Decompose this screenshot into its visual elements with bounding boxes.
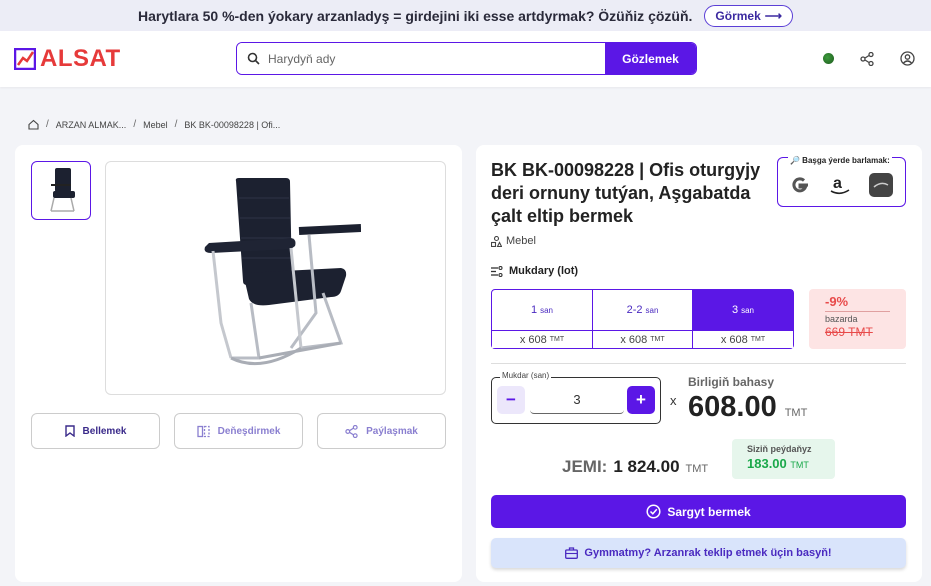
breadcrumb: / ARZAN ALMAK... / Mebel / BK BK-0009822… xyxy=(28,119,280,130)
quantity-input[interactable]: 3 xyxy=(530,386,624,414)
product-category[interactable]: Mebel xyxy=(491,235,536,247)
search-button[interactable]: Gözlemek xyxy=(605,43,696,74)
banner-button[interactable]: Görmek ⟶ xyxy=(704,4,793,27)
chart-logo-icon xyxy=(14,48,36,70)
chair-image xyxy=(204,178,361,366)
breadcrumb-item[interactable]: Mebel xyxy=(143,120,168,130)
compare-button[interactable]: Deňeşdirmek xyxy=(174,413,303,449)
search-input[interactable]: Harydyň ady xyxy=(237,43,605,74)
total-price: JEMI: 1 824.00 TMT xyxy=(562,457,709,476)
logo[interactable]: ALSAT xyxy=(14,45,121,73)
compare-elsewhere-box: 🔎 Başga ýerde barlamak: a xyxy=(777,156,906,207)
make-offer-button[interactable]: Gymmatmy? Arzanrak teklip etmek üçin bas… xyxy=(491,538,906,568)
product-title: BK BK-00098228 | Ofis oturgyjy deri ornu… xyxy=(491,160,761,226)
user-account-icon[interactable] xyxy=(900,51,915,66)
breadcrumb-item: BK BK-00098228 | Ofi... xyxy=(184,119,281,130)
quantity-header: Mukdary (lot) xyxy=(491,265,578,277)
promo-banner: Harytlara 50 %-den ýokary arzanladyş = g… xyxy=(0,0,931,31)
unit-price: 608.00 TMT xyxy=(688,391,808,423)
arrow-right-icon: ⟶ xyxy=(764,8,782,23)
header-icons xyxy=(823,51,915,66)
svg-text:a: a xyxy=(833,175,842,192)
multiply-sign: x xyxy=(670,393,677,408)
unit-price-label: Birligiň bahasy xyxy=(688,375,775,389)
compare-elsewhere-label: 🔎 Başga ýerde barlamak: xyxy=(788,156,892,165)
briefcase-icon xyxy=(565,547,579,559)
quantity-options: 1 san x 608 TMT 2-2 san x 608 TMT 3 san x 608… xyxy=(491,289,794,349)
compare-icon xyxy=(196,425,210,437)
product-main-image[interactable] xyxy=(105,161,446,395)
banner-text: Harytlara 50 %-den ýokary arzanladyş = g… xyxy=(138,7,693,24)
discount-percent: -9% xyxy=(825,294,849,309)
discount-badge: -9% bazarda 669 TMT xyxy=(809,289,906,349)
check-circle-icon xyxy=(646,504,661,519)
order-button[interactable]: Sargyt bermek xyxy=(491,495,906,528)
stepper-label: Mukdar (san) xyxy=(500,371,552,380)
product-details: BK BK-00098228 | Ofis oturgyjy deri ornu… xyxy=(476,145,922,582)
divider xyxy=(491,363,906,364)
chair-image xyxy=(50,167,75,212)
category-icon xyxy=(491,235,502,247)
search-bar: Harydyň ady Gözlemek xyxy=(236,42,697,75)
amazon-icon[interactable]: a xyxy=(828,173,852,197)
decrement-button[interactable]: − xyxy=(497,386,525,414)
quantity-option-1[interactable]: 1 san x 608 TMT xyxy=(491,289,593,349)
search-icon xyxy=(247,52,260,65)
language-flag-icon[interactable] xyxy=(823,53,834,64)
breadcrumb-item[interactable]: ARZAN ALMAK... xyxy=(56,120,127,130)
bookmark-icon xyxy=(64,425,75,437)
savings-badge: Siziň peýdaňyz 183.00 TMT xyxy=(732,439,835,479)
google-icon[interactable] xyxy=(788,173,812,197)
bookmark-button[interactable]: Bellemek xyxy=(31,413,160,449)
old-price: 669 TMT xyxy=(825,325,873,339)
home-icon[interactable] xyxy=(28,119,39,130)
quantity-option-3[interactable]: 3 san x 608 TMT xyxy=(692,289,794,349)
quantity-option-2[interactable]: 2-2 san x 608 TMT xyxy=(591,289,694,349)
market-label: bazarda xyxy=(825,311,890,324)
alibaba-icon[interactable] xyxy=(868,172,894,198)
share-icon[interactable] xyxy=(860,51,874,66)
list-settings-icon xyxy=(491,265,503,277)
share-icon xyxy=(345,424,358,438)
quantity-stepper: Mukdar (san) − 3 + xyxy=(491,371,661,424)
share-button[interactable]: Paýlaşmak xyxy=(317,413,446,449)
product-gallery: Bellemek Deňeşdirmek Paýlaşmak xyxy=(15,145,462,582)
increment-button[interactable]: + xyxy=(627,386,655,414)
header: ALSAT Harydyň ady Gözlemek xyxy=(0,31,931,87)
product-thumbnail[interactable] xyxy=(31,161,91,220)
